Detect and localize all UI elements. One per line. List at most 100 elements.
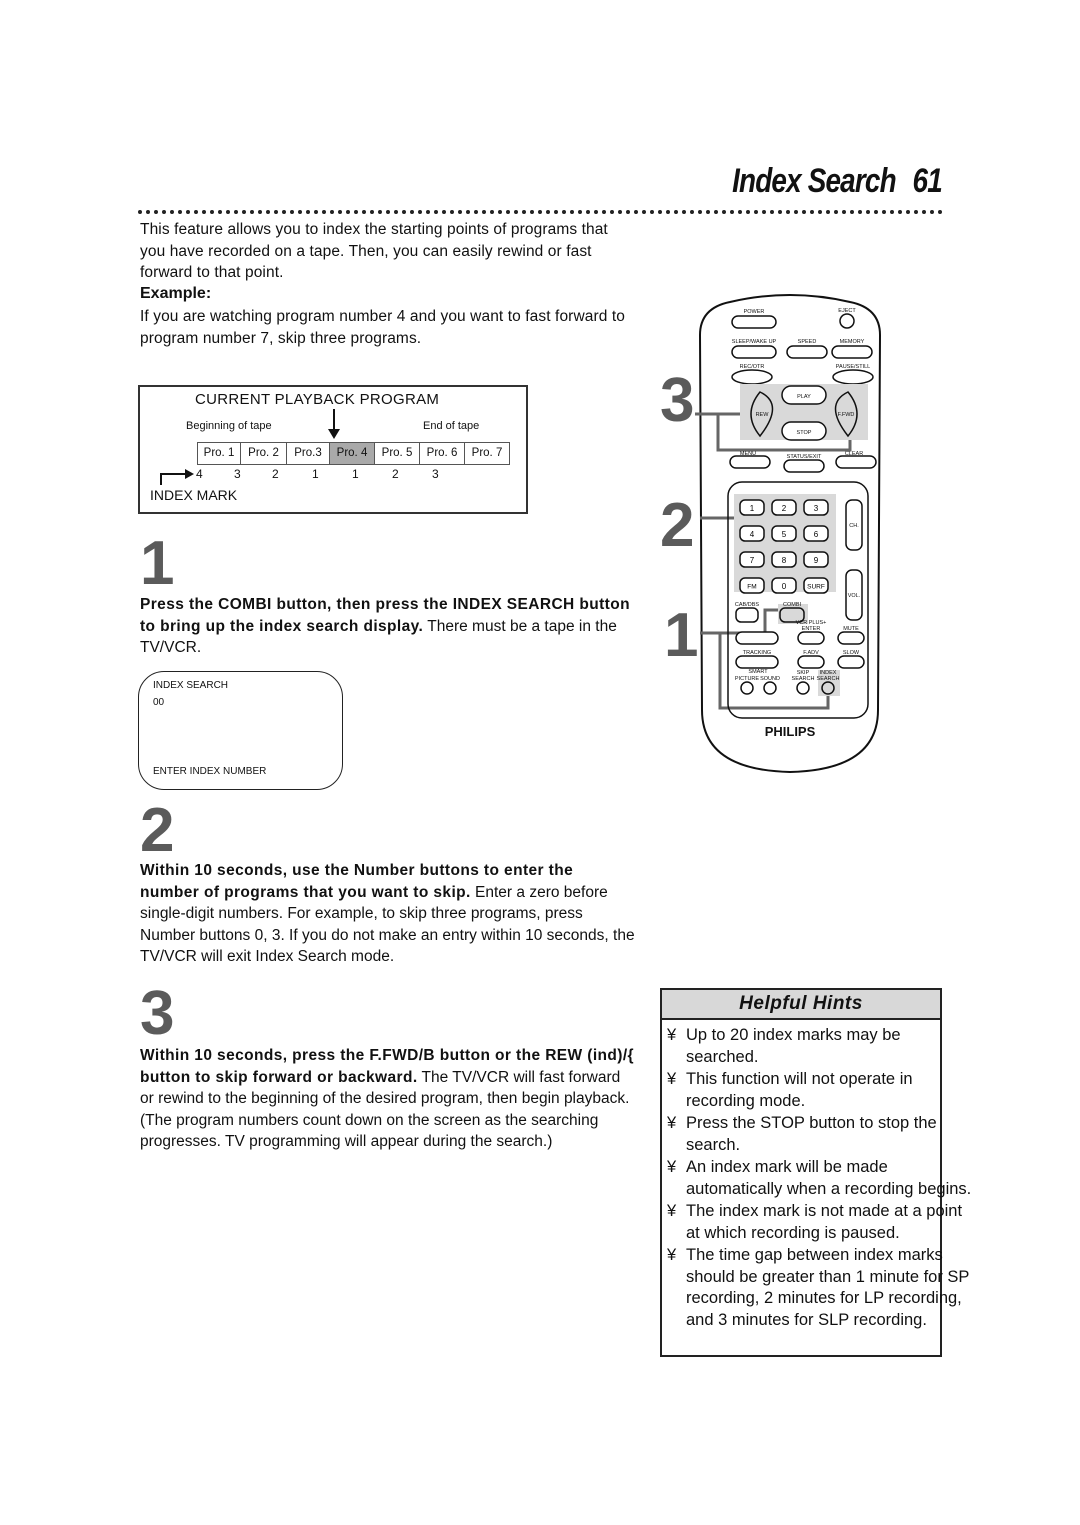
- hints-list: ¥ Up to 20 index marks may be searched. ¥ T…: [662, 1020, 971, 1331]
- diagram-title: CURRENT PLAYBACK PROGRAM: [195, 391, 440, 408]
- index-mark-number: 1: [352, 467, 359, 481]
- ffwd-label: F.FWD: [838, 412, 855, 418]
- number-key-label: 1: [750, 504, 755, 513]
- step-2-text: Within 10 seconds, use the Number button…: [140, 860, 635, 968]
- beginning-of-tape-label: Beginning of tape: [186, 420, 272, 432]
- slow-label: SLOW: [843, 650, 860, 656]
- clear-button: [835, 455, 877, 469]
- program-cell: Pro. 5: [375, 443, 420, 464]
- helpful-hints-box: Helpful Hints ¥ Up to 20 index marks may …: [660, 988, 971, 1357]
- hint-item: ¥ The time gap between index marks should…: [662, 1245, 976, 1331]
- pause-label: PAUSE/STILL: [836, 364, 870, 370]
- number-key-label: 5: [782, 530, 787, 539]
- status-exit-button: [783, 459, 825, 473]
- index-mark-number: 2: [272, 467, 279, 481]
- number-key-label: 2: [782, 504, 787, 513]
- example-label: Example:: [140, 285, 212, 302]
- vol-label: VOL.: [848, 593, 861, 599]
- number-key-label: 7: [750, 556, 755, 565]
- osd-title: INDEX SEARCH: [153, 680, 229, 691]
- program-cell: Pro. 7: [471, 447, 503, 459]
- rec-button: [731, 369, 773, 385]
- sleep-button: [731, 345, 777, 359]
- index-search-label: SEARCH: [817, 676, 840, 682]
- speed-label: SPEED: [798, 339, 817, 345]
- index-mark-number: 1: [312, 467, 319, 481]
- page-number: 61: [912, 162, 943, 200]
- stop-label: STOP: [797, 430, 812, 436]
- menu-button: [729, 455, 771, 469]
- index-mark-number: 3: [234, 467, 241, 481]
- remote-control-illustration: 1 2 3 4 5 6 7 8 9 0 FM SURF POWER EJECT SLEEP/WAKE …: [695, 294, 882, 774]
- hint-text: This function will not operate in record…: [686, 1070, 913, 1110]
- program-strip: Pro. 1 Pro. 2 Pro.3 Pro. 4 Pro. 5 Pro. 6 Pro. …: [197, 442, 510, 465]
- smart-label: SMART: [748, 669, 768, 675]
- status-label: STATUS/EXIT: [787, 454, 822, 460]
- number-key-label: 8: [782, 556, 787, 565]
- page-title: Index Search 61: [732, 162, 943, 201]
- rec-label: REC/OTR: [740, 364, 765, 370]
- program-cell: Pro. 2: [241, 443, 287, 464]
- fadv-button: [797, 655, 825, 669]
- hint-item: ¥ Press the STOP button to stop the searc…: [662, 1113, 976, 1156]
- brand-logo: PHILIPS: [765, 724, 816, 739]
- hint-bullet-icon: ¥: [667, 1070, 677, 1088]
- header-divider: [138, 210, 943, 214]
- power-button: [731, 315, 777, 329]
- hint-text: Press the STOP button to stop the search…: [686, 1114, 937, 1154]
- eject-button: [839, 313, 855, 329]
- pause-button: [832, 369, 874, 385]
- eject-label: EJECT: [838, 308, 856, 314]
- hint-bullet-icon: ¥: [667, 1026, 677, 1044]
- smart-picture-button: [740, 681, 754, 695]
- index-search-button: [821, 681, 835, 695]
- skip-search-button: [796, 681, 810, 695]
- mute-label: MUTE: [843, 626, 859, 632]
- combi-label: COMBI: [783, 602, 802, 608]
- picture-label: PICTURE: [735, 676, 759, 682]
- index-mark-arrow-icon: [160, 469, 194, 485]
- enter-label: ENTER: [802, 626, 821, 632]
- tv-slow-rocker: [735, 631, 779, 645]
- cabdbs-button: [735, 607, 759, 623]
- sound-label: SOUND: [760, 676, 780, 682]
- program-cell: Pro. 4: [330, 443, 375, 464]
- hint-bullet-icon: ¥: [667, 1158, 677, 1176]
- hint-bullet-icon: ¥: [667, 1246, 677, 1264]
- number-key-label: 9: [814, 556, 819, 565]
- vcr-plus-enter-button: [797, 631, 825, 645]
- hints-title: Helpful Hints: [662, 990, 940, 1020]
- osd-value: 00: [153, 697, 165, 708]
- program-cell: Pro.3: [287, 443, 330, 464]
- number-key-label: 0: [782, 582, 787, 591]
- fm-label: FM: [747, 584, 756, 591]
- speed-button: [786, 345, 828, 359]
- smart-sound-button: [763, 681, 777, 695]
- mute-button: [837, 631, 865, 645]
- number-key-label: 4: [750, 530, 755, 539]
- program-cell: Pro. 6: [420, 443, 465, 464]
- step-1-text: Press the COMBI button, then press the I…: [140, 594, 635, 659]
- index-mark-number: 4: [196, 467, 203, 481]
- hint-bullet-icon: ¥: [667, 1114, 677, 1132]
- step-2-number: 2: [140, 796, 175, 865]
- intro-paragraph: This feature allows you to index the sta…: [140, 221, 608, 281]
- step-3-number: 3: [140, 979, 175, 1048]
- skip-search-label: SEARCH: [792, 676, 815, 682]
- number-key-label: 6: [814, 530, 819, 539]
- fadv-label: F.ADV: [803, 650, 819, 656]
- current-program-arrow-icon: [328, 409, 340, 439]
- hint-item: ¥ The index mark is not made at a point a…: [662, 1201, 976, 1244]
- hint-text: The time gap between index marks should …: [686, 1246, 970, 1329]
- power-label: POWER: [744, 309, 765, 315]
- menu-label: MENU: [740, 451, 756, 457]
- slow-button: [837, 655, 865, 669]
- hint-text: An index mark will be made automatically…: [686, 1158, 972, 1198]
- memory-label: MEMORY: [840, 339, 865, 345]
- example-paragraph: If you are watching program number 4 and…: [140, 308, 625, 347]
- osd-prompt: ENTER INDEX NUMBER: [153, 766, 267, 777]
- tracking-rocker: [735, 655, 779, 669]
- tv-screen-display: INDEX SEARCH 00 ENTER INDEX NUMBER: [138, 671, 343, 790]
- hint-text: The index mark is not made at a point at…: [686, 1202, 963, 1242]
- rew-label: REW: [756, 412, 770, 418]
